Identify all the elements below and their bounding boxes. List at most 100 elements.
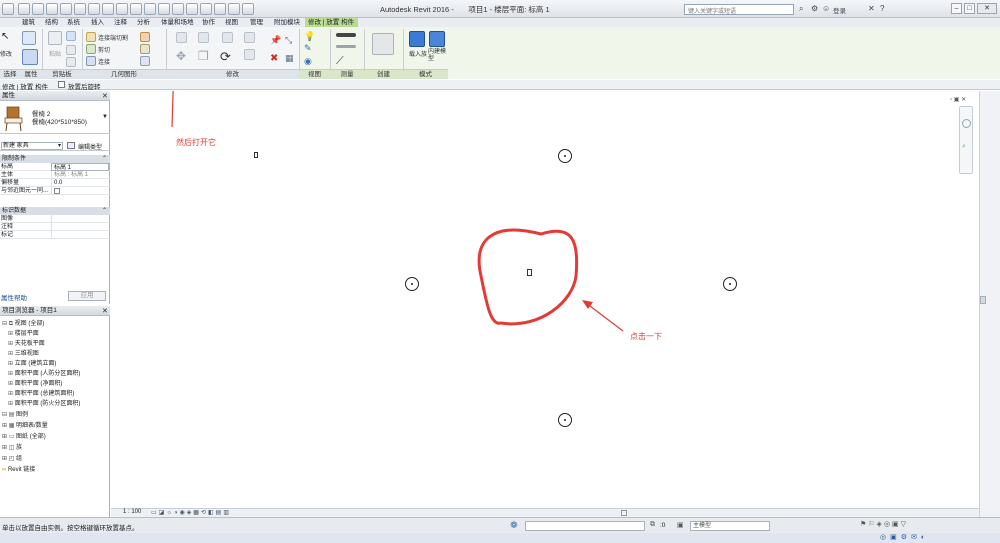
close-button[interactable]: ✕ <box>977 3 997 14</box>
tree-item-revit-links[interactable]: ∞ Revit 链接 <box>2 464 35 473</box>
section-identity[interactable]: 标识数据 ⌃ <box>0 207 110 215</box>
geometry-item[interactable]: 连接 <box>98 57 110 66</box>
tab-insert[interactable]: 插入 <box>91 18 104 27</box>
close-icon[interactable]: ✕ <box>102 92 108 100</box>
section-icon[interactable] <box>158 3 170 15</box>
switch-windows-icon[interactable] <box>200 3 212 15</box>
view-scale[interactable]: 1 : 100 <box>123 509 141 515</box>
print-icon[interactable] <box>74 3 86 15</box>
properties-help-link[interactable]: 属性帮助 <box>1 292 27 302</box>
delete-icon[interactable]: ✖ <box>270 53 284 67</box>
save-icon[interactable] <box>32 3 44 15</box>
tree-item[interactable]: ⊞ 天花板平面 <box>8 338 45 347</box>
vertical-scrollbar[interactable] <box>979 91 1000 517</box>
category-dropdown[interactable]: 新建 家具 ▾ <box>1 142 63 150</box>
close-icon[interactable]: ✕ <box>102 307 108 315</box>
properties-icon[interactable] <box>22 49 38 65</box>
binoculars-icon[interactable]: ⌕ <box>799 4 803 14</box>
thin-lines-icon[interactable] <box>172 3 184 15</box>
copy-element-icon[interactable]: ❐ <box>198 49 212 63</box>
edit-type-icon[interactable] <box>67 142 75 149</box>
join-icon[interactable] <box>86 56 96 66</box>
geometry-item[interactable]: 连接端切割 <box>98 33 128 42</box>
rotate-icon[interactable]: ⟳ <box>220 49 234 64</box>
load-family-label[interactable]: 载入族 <box>409 49 427 58</box>
tab-systems[interactable]: 系统 <box>67 18 80 27</box>
measure-line-icon[interactable] <box>336 33 356 37</box>
tab-modify-place-component[interactable]: 修改 | 放置 构件 <box>308 18 354 27</box>
split-face-icon[interactable] <box>140 44 150 54</box>
apply-button[interactable]: 应用 <box>68 291 106 301</box>
worksets-icon[interactable]: ❁ <box>510 520 518 531</box>
load-family-icon[interactable] <box>409 31 425 47</box>
prop-row[interactable]: 偏移量 0.0 <box>0 179 110 187</box>
tag-icon[interactable] <box>116 3 128 15</box>
mirror-draw-icon[interactable] <box>244 32 255 43</box>
main-model-dropdown[interactable]: 主模型 <box>690 521 770 531</box>
inplace-model-label[interactable]: 内建模型 <box>428 49 450 63</box>
help-icon[interactable]: ? <box>880 4 884 13</box>
prop-row[interactable]: 与邻近图元一同... <box>0 187 110 195</box>
paste-icon[interactable] <box>48 31 62 45</box>
tab-analyze[interactable]: 分析 <box>137 18 150 27</box>
dimension-icon[interactable] <box>102 3 114 15</box>
tab-architecture[interactable]: 建筑 <box>22 18 35 27</box>
tree-item[interactable]: ⊞ 立面 (建筑立面) <box>8 358 56 367</box>
aligned-dimension-icon[interactable]: ⟋ <box>336 55 350 69</box>
align-icon[interactable] <box>176 32 187 43</box>
exchange-icon[interactable]: ✕ <box>868 4 875 13</box>
trim-icon[interactable] <box>244 49 255 60</box>
pin-icon[interactable]: 📌 <box>270 35 284 49</box>
user-icon[interactable]: ☺ <box>822 4 830 13</box>
tray-icons[interactable]: ◎▣⚙✉◐ <box>880 533 929 541</box>
tree-item[interactable]: ⊞ 面积平面 (净面积) <box>8 378 62 387</box>
tree-item[interactable]: ⊞ 面积平面 (防火分区面积) <box>8 398 80 407</box>
tree-item-sheets[interactable]: ⊞ ▭ 图纸 (全部) <box>2 431 46 440</box>
tab-massing-site[interactable]: 体量和场地 <box>161 18 194 27</box>
type-selector[interactable]: 餐椅 2 餐椅(420*510*850) ▼ <box>0 102 110 134</box>
text-icon[interactable] <box>130 3 142 15</box>
maximize-button[interactable]: □ <box>964 3 975 14</box>
rotate-after-place-checkbox[interactable] <box>58 81 65 88</box>
undo-icon[interactable] <box>46 3 58 15</box>
create-group-icon[interactable] <box>372 33 394 55</box>
prop-row[interactable]: 图像 <box>0 215 110 223</box>
qat-dropdown-icon[interactable] <box>228 3 240 15</box>
measure-icon[interactable] <box>88 3 100 15</box>
subscription-icon[interactable]: ⚙ <box>811 4 818 13</box>
tree-item-families[interactable]: ⊞ ◫ 族 <box>2 442 22 451</box>
open-icon[interactable] <box>18 3 30 15</box>
modify-button-label[interactable]: 修改 <box>0 49 12 58</box>
copy-icon[interactable] <box>66 31 76 41</box>
tab-manage[interactable]: 管理 <box>250 18 263 27</box>
scroll-thumb[interactable] <box>980 296 986 304</box>
tree-item-schedules[interactable]: ⊞ ▦ 明细表/数量 <box>2 420 48 429</box>
minimize-button[interactable]: – <box>951 3 962 14</box>
tab-annotate[interactable]: 注释 <box>114 18 127 27</box>
editing-requests-icon[interactable]: ⧉ <box>650 521 655 529</box>
login-link[interactable]: 登录 <box>833 5 846 15</box>
cut-geometry-icon[interactable] <box>86 44 96 54</box>
qat-more-icon[interactable] <box>242 3 254 15</box>
horizontal-scroll-thumb[interactable] <box>621 510 627 516</box>
hide-element-icon[interactable]: ◉ <box>304 56 318 70</box>
inplace-model-icon[interactable] <box>429 31 445 47</box>
scale-icon[interactable]: ⤡ <box>285 35 299 49</box>
tab-addins[interactable]: 附加模块 <box>274 18 300 27</box>
tree-item[interactable]: ⊞ 楼层平面 <box>8 328 39 337</box>
chevron-down-icon[interactable]: ▼ <box>102 114 108 120</box>
wall-joins-icon[interactable] <box>140 32 150 42</box>
cut-icon[interactable] <box>66 45 76 55</box>
paste-label[interactable]: 粘贴 <box>49 49 61 58</box>
group-label-select[interactable]: 选择 <box>0 69 20 79</box>
tab-structure[interactable]: 结构 <box>45 18 58 27</box>
customize-qat-icon[interactable] <box>214 3 226 15</box>
prop-row[interactable]: 主体 标高 : 标高 1 <box>0 171 110 179</box>
geometry-item[interactable]: 剪切 <box>98 45 110 54</box>
selection-filter-icons[interactable]: ⚑⚐◈◎▣▽ <box>860 520 908 528</box>
tab-collaborate[interactable]: 协作 <box>202 18 215 27</box>
section-constraints[interactable]: 限制条件 ⌃ <box>0 155 110 163</box>
select-arrow-icon[interactable]: ↖ <box>1 31 15 45</box>
drawing-canvas[interactable]: ▫ ▣ ✕ ⌕ 然后打开它 点击一下 <box>111 91 979 508</box>
type-properties-icon[interactable] <box>22 31 36 45</box>
